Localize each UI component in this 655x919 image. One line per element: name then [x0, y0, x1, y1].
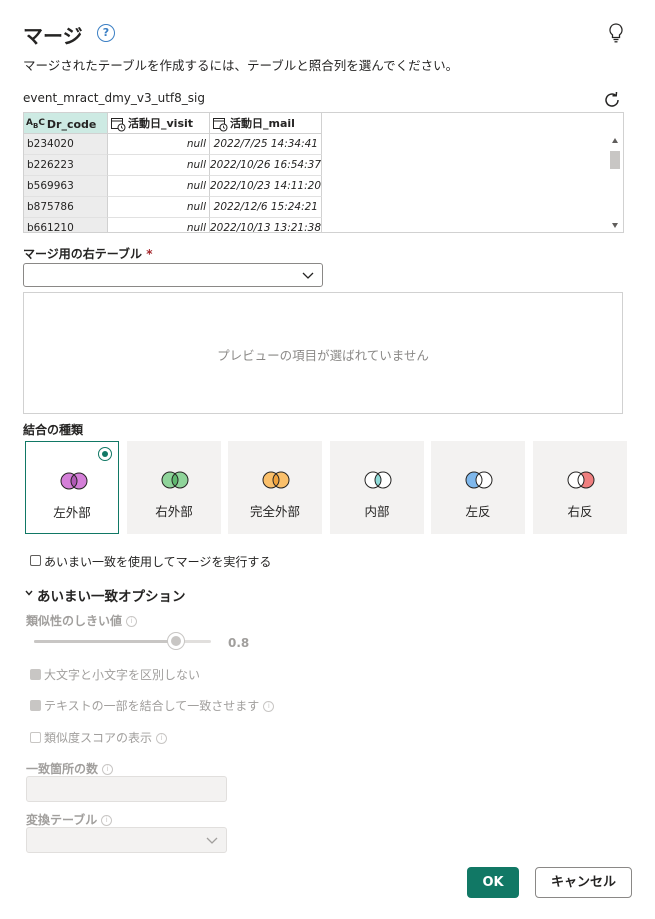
- max-matches-label: 一致箇所の数 i: [26, 760, 114, 777]
- transform-table-dropdown[interactable]: [26, 827, 227, 853]
- info-icon: i: [126, 616, 138, 627]
- datetime-icon: [213, 118, 228, 132]
- refresh-icon[interactable]: [601, 89, 623, 111]
- transform-table-label-text: 変換テーブル: [26, 813, 98, 827]
- info-icon: i: [156, 733, 168, 744]
- right-table-label: マージ用の右テーブル *: [23, 245, 153, 262]
- fuzzy-match-label: あいまい一致を使用してマージを実行する: [44, 555, 272, 569]
- datetime-icon: [111, 118, 126, 132]
- selected-radio-icon: [98, 447, 112, 461]
- join-kind-label: 左反: [465, 504, 491, 519]
- info-icon: i: [102, 764, 114, 775]
- join-kind-left-anti-join[interactable]: 左反: [431, 441, 525, 534]
- threshold-slider-thumb[interactable]: [166, 632, 185, 650]
- column-header-mail[interactable]: 活動日_mail: [210, 113, 322, 134]
- threshold-label-text: 類似性のしきい値: [26, 614, 123, 628]
- right-anti-join-icon: [567, 471, 595, 489]
- join-kind-label: 左外部: [53, 505, 91, 520]
- join-kind-label: 右反: [567, 504, 593, 519]
- show-scores-checkbox[interactable]: [30, 732, 41, 743]
- table-cell: null: [108, 134, 210, 155]
- right-table-label-text: マージ用の右テーブル: [23, 247, 143, 261]
- join-kind-label: 完全外部: [249, 504, 300, 519]
- chevron-down-icon[interactable]: [24, 588, 34, 601]
- show-scores-label-text: 類似度スコアの表示: [44, 731, 153, 745]
- left-table-name: event_mract_dmy_v3_utf8_sig: [23, 91, 205, 105]
- dialog-description: マージされたテーブルを作成するには、テーブルと照合列を選んでください。: [23, 58, 459, 73]
- show-scores-label: 類似度スコアの表示 i: [44, 729, 168, 746]
- info-icon: i: [101, 815, 113, 826]
- inner-join-icon: [364, 471, 392, 489]
- table-cell: 2022/10/23 14:11:20: [210, 176, 322, 197]
- threshold-label: 類似性のしきい値 i: [26, 612, 138, 629]
- dialog-title: マージ: [23, 24, 83, 48]
- left-outer-join-icon: [60, 472, 88, 490]
- table-cell: b661210: [24, 218, 108, 232]
- join-kind-label: 内部: [364, 504, 390, 519]
- right-table-preview: プレビューの項目が選ばれていません: [23, 292, 623, 414]
- ignore-case-label: 大文字と小文字を区別しない: [44, 668, 201, 682]
- table-cell: 2022/7/25 14:34:41: [210, 134, 322, 155]
- threshold-value: 0.8: [228, 636, 250, 650]
- column-header-label: 活動日_visit: [128, 117, 194, 130]
- table-cell: b875786: [24, 197, 108, 218]
- vertical-scrollbar[interactable]: [609, 135, 621, 231]
- column-header-label: 活動日_mail: [230, 117, 295, 130]
- table-cell: 2022/10/26 16:54:37: [210, 155, 322, 176]
- chevron-down-icon: [302, 272, 314, 279]
- required-mark: *: [146, 247, 153, 261]
- table-cell: b234020: [24, 134, 108, 155]
- table-cell: b226223: [24, 155, 108, 176]
- combine-text-label-text: テキストの一部を結合して一致させます: [44, 699, 260, 713]
- column-header-visit[interactable]: 活動日_visit: [108, 113, 210, 134]
- column-header-label: Dr_code: [46, 117, 97, 131]
- cancel-button[interactable]: キャンセル: [535, 867, 632, 898]
- join-kind-label: 結合の種類: [23, 423, 84, 437]
- join-kind-left-outer-join[interactable]: 左外部: [25, 441, 119, 534]
- help-icon[interactable]: ?: [97, 24, 115, 42]
- ok-button[interactable]: OK: [467, 867, 519, 898]
- ignore-case-checkbox[interactable]: [30, 669, 41, 680]
- table-cell: 2022/12/6 15:24:21: [210, 197, 322, 218]
- max-matches-input[interactable]: [26, 776, 227, 802]
- join-kind-label: 右外部: [155, 504, 193, 519]
- preview-placeholder: プレビューの項目が選ばれていません: [217, 348, 429, 363]
- table-cell: null: [108, 155, 210, 176]
- combine-text-label: テキストの一部を結合して一致させます i: [44, 697, 275, 714]
- fuzzy-match-checkbox[interactable]: [30, 555, 41, 566]
- combine-text-checkbox[interactable]: [30, 700, 41, 711]
- right-table-dropdown[interactable]: [23, 263, 323, 287]
- transform-table-label: 変換テーブル i: [26, 811, 113, 828]
- column-header-dr-code[interactable]: ABC Dr_code: [24, 113, 108, 134]
- info-icon: i: [263, 701, 275, 712]
- left-table-preview[interactable]: ABC Dr_code 活動日_visit 活動日_mail b234020 nul…: [23, 112, 624, 233]
- threshold-slider-fill: [34, 640, 176, 643]
- right-outer-join-icon: [161, 471, 189, 489]
- fuzzy-options-header[interactable]: あいまい一致オプション: [37, 585, 186, 605]
- join-kind-right-outer-join[interactable]: 右外部: [127, 441, 221, 534]
- max-matches-label-text: 一致箇所の数: [26, 762, 99, 776]
- join-kind-right-anti-join[interactable]: 右反: [533, 441, 627, 534]
- lightbulb-icon[interactable]: [606, 22, 626, 44]
- join-kind-inner-join[interactable]: 内部: [330, 441, 424, 534]
- table-cell: null: [108, 176, 210, 197]
- table-cell: null: [108, 218, 210, 232]
- table-cell: 2022/10/13 13:21:38: [210, 218, 322, 232]
- table-cell: null: [108, 197, 210, 218]
- chevron-down-icon: [206, 837, 218, 844]
- left-anti-join-icon: [465, 471, 493, 489]
- full-outer-join-icon: [262, 471, 290, 489]
- table-cell: b569963: [24, 176, 108, 197]
- join-kind-full-outer-join[interactable]: 完全外部: [228, 441, 322, 534]
